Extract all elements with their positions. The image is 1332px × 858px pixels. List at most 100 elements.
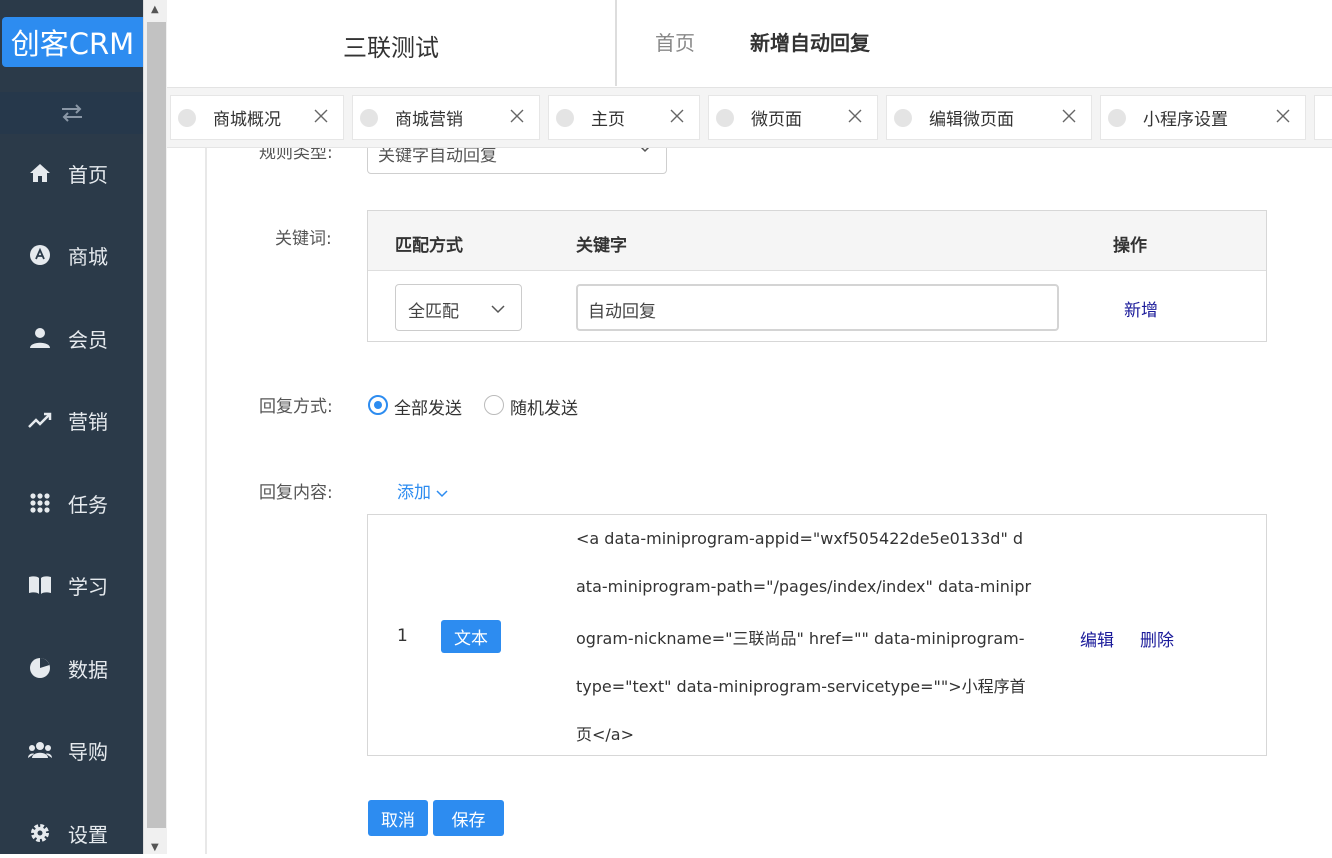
sidebar-item-label: 设置 — [68, 822, 108, 847]
add-content-dropdown[interactable]: 添加 — [397, 478, 448, 503]
sidebar-item-guide[interactable]: 导购 — [0, 725, 143, 775]
sidebar-item-label: 任务 — [68, 492, 108, 517]
tab-label: 商城营销 — [395, 110, 463, 130]
column-header: 匹配方式 — [395, 236, 463, 256]
tab-label: 小程序设置 — [1143, 110, 1228, 130]
rule-type-select[interactable]: 关键字自动回复 — [367, 148, 667, 174]
content-text-line: ogram-nickname="三联尚品" href="" data-minip… — [576, 629, 1025, 648]
sidebar-item-tasks[interactable]: 任务 — [0, 478, 143, 528]
content-type-badge: 文本 — [441, 620, 501, 653]
sidebar-item-learning[interactable]: 学习 — [0, 560, 143, 610]
scroll-up-icon[interactable]: ▲ — [151, 4, 159, 15]
sidebar-item-label: 首页 — [68, 162, 108, 187]
close-icon[interactable] — [847, 108, 863, 124]
vertical-scrollbar[interactable]: ▲ ▼ — [143, 0, 167, 854]
row-index: 1 — [397, 626, 408, 646]
tab-label: 主页 — [591, 110, 625, 130]
sidebar-item-label: 商城 — [68, 244, 108, 269]
sidebar-item-label: 学习 — [68, 574, 108, 599]
keyword-table-header: 匹配方式 关键字 操作 — [368, 211, 1266, 271]
tab-dot-icon — [360, 108, 378, 127]
sidebar-item-settings[interactable]: 设置 — [0, 808, 143, 858]
sidebar-collapse-button[interactable] — [0, 92, 143, 134]
edit-content-link[interactable]: 编辑 — [1080, 626, 1114, 651]
sidebar-item-data[interactable]: 数据 — [0, 643, 143, 693]
sidebar-item-label: 导购 — [68, 739, 108, 764]
save-button[interactable]: 保存 — [433, 800, 504, 836]
grid-icon — [28, 491, 52, 515]
radio-send-all-label[interactable]: 全部发送 — [394, 394, 462, 419]
column-header: 关键字 — [576, 236, 627, 256]
tab-miniprogram-settings[interactable]: 小程序设置 — [1100, 95, 1306, 140]
tab-home[interactable]: 主页 — [548, 95, 700, 140]
pie-icon — [28, 656, 52, 680]
sidebar: 创客CRM 首页 商城 会员 营销 任务 学习 数据 导购 设置 — [0, 0, 143, 854]
radio-send-all[interactable] — [368, 395, 388, 415]
content-text-line: <a data-miniprogram-appid="wxf505422de5e… — [576, 529, 1024, 548]
sidebar-item-store[interactable]: 商城 — [0, 230, 143, 280]
tab-store-overview[interactable]: 商城概况 — [170, 95, 344, 140]
tab-edit-micro-page[interactable]: 编辑微页面 — [886, 95, 1092, 140]
sidebar-item-home[interactable]: 首页 — [0, 148, 143, 198]
radio-send-random[interactable] — [484, 395, 504, 415]
rule-type-value: 关键字自动回复 — [378, 148, 497, 166]
tab-dot-icon — [1108, 108, 1126, 127]
chevron-down-icon — [436, 490, 448, 498]
sidebar-item-label: 营销 — [68, 409, 108, 434]
tab-label: 编辑微页面 — [929, 110, 1014, 130]
swap-icon — [61, 104, 82, 122]
cancel-button[interactable]: 取消 — [368, 800, 428, 836]
scroll-down-icon[interactable]: ▼ — [151, 842, 159, 853]
content-text-line: type="text" data-miniprogram-servicetype… — [576, 677, 1026, 696]
rule-type-label: 规则类型: — [259, 148, 333, 163]
add-content-label: 添加 — [397, 483, 431, 503]
match-type-value: 全匹配 — [408, 302, 459, 322]
close-icon[interactable] — [669, 108, 685, 124]
close-icon[interactable] — [1275, 108, 1291, 124]
chevron-down-icon — [640, 148, 650, 153]
reply-mode-label: 回复方式: — [259, 397, 333, 417]
top-header: 三联测试 首页 新增自动回复 — [167, 0, 1332, 88]
keyword-input[interactable]: 自动回复 — [576, 284, 1059, 331]
keyword-label: 关键词: — [275, 229, 332, 249]
home-icon — [28, 161, 52, 185]
tab-dot-icon — [178, 108, 196, 127]
reply-content-table: 1 文本 <a data-miniprogram-appid="wxf50542… — [367, 514, 1267, 756]
breadcrumb-home[interactable]: 首页 — [655, 27, 695, 56]
tab-label: 微页面 — [751, 110, 802, 130]
tab-dot-icon — [556, 108, 574, 127]
tab-dot-icon — [716, 108, 734, 127]
add-keyword-link[interactable]: 新增 — [1124, 296, 1158, 321]
sidebar-item-members[interactable]: 会员 — [0, 313, 143, 363]
user-icon — [28, 326, 52, 350]
close-icon[interactable] — [509, 108, 525, 124]
scrollbar-thumb[interactable] — [147, 22, 166, 828]
store-name: 三联测试 — [167, 0, 617, 86]
tab-micro-page[interactable]: 微页面 — [708, 95, 878, 140]
group-icon — [28, 738, 52, 762]
radio-send-random-label[interactable]: 随机发送 — [510, 394, 578, 419]
breadcrumb-current: 新增自动回复 — [750, 31, 870, 55]
keyword-table: 匹配方式 关键字 操作 全匹配 自动回复 新增 — [367, 210, 1267, 342]
tab-bar: 商城概况 商城营销 主页 微页面 编辑微页面 小程序设置 — [167, 88, 1332, 148]
match-type-select[interactable]: 全匹配 — [395, 284, 522, 331]
book-icon — [28, 573, 52, 597]
content-text-line: 页</a> — [576, 725, 635, 744]
sidebar-item-label: 数据 — [68, 657, 108, 682]
column-header: 操作 — [1113, 236, 1147, 256]
tab-dot-icon — [894, 108, 912, 127]
delete-content-link[interactable]: 删除 — [1140, 626, 1174, 651]
form-content: 规则类型: 关键字自动回复 关键词: 匹配方式 关键字 操作 全匹配 自动回复 … — [205, 148, 1332, 854]
reply-content-label: 回复内容: — [259, 483, 333, 503]
close-icon[interactable] — [313, 108, 329, 124]
trend-icon — [28, 408, 52, 432]
keyword-value: 自动回复 — [588, 302, 656, 322]
tab-store-marketing[interactable]: 商城营销 — [352, 95, 540, 140]
close-icon[interactable] — [1061, 108, 1077, 124]
tab-overflow[interactable] — [1314, 95, 1332, 140]
sidebar-item-marketing[interactable]: 营销 — [0, 395, 143, 445]
sidebar-item-label: 会员 — [68, 327, 108, 352]
app-logo: 创客CRM — [2, 17, 143, 67]
content-text-line: ata-miniprogram-path="/pages/index/index… — [576, 577, 1032, 596]
gear-icon — [28, 821, 52, 845]
